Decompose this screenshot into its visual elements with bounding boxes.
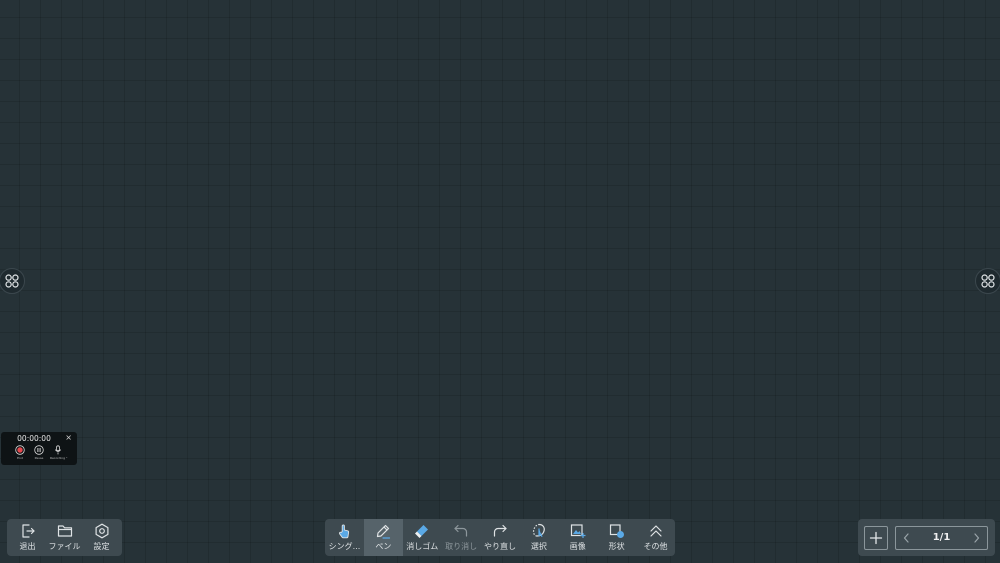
touch-hand-icon: [339, 524, 350, 539]
select-button[interactable]: 選択: [519, 519, 558, 556]
page-number: 1/1: [932, 532, 951, 543]
exit-label: 退出: [19, 542, 36, 551]
single-touch-label: シング...: [328, 542, 361, 551]
undo-label: 取り消し: [445, 542, 478, 551]
file-label: ファイル: [48, 542, 81, 551]
redo-icon: [493, 524, 507, 537]
pause-icon: [34, 445, 44, 455]
microphone-icon: [54, 445, 62, 455]
recording-widget: 00:00:00 × End Pause Recording ": [1, 432, 77, 465]
grid-circles-icon: [981, 274, 995, 288]
eraser-button[interactable]: 消しゴム: [403, 519, 442, 556]
redo-label: やり直し: [484, 542, 516, 551]
single-touch-button[interactable]: シング...: [325, 519, 364, 556]
lasso-select-icon: [532, 523, 545, 538]
settings-button[interactable]: 設定: [83, 519, 120, 556]
left-toolbar: 退出 ファイル 設定: [7, 519, 122, 556]
redo-button[interactable]: やり直し: [481, 519, 520, 556]
chevron-up-double-icon: [649, 525, 662, 537]
main-toolbar: シング... ペン 消しゴム 取り消し やり直し 選択 画像 形状 その他: [325, 519, 675, 556]
pen-button[interactable]: ペン: [363, 519, 403, 556]
select-label: 選択: [530, 542, 547, 551]
record-mic-label: Recording ": [50, 456, 68, 460]
pen-label: ペン: [375, 542, 392, 551]
page-navigator: 1/1: [895, 525, 988, 550]
exit-icon: [21, 524, 35, 538]
shape-icon: [609, 524, 624, 538]
page-toolbar: 1/1: [858, 519, 995, 556]
recording-timer: 00:00:00: [17, 434, 51, 443]
settings-label: 設定: [93, 542, 110, 551]
pen-icon: [377, 524, 391, 539]
folder-icon: [57, 525, 72, 537]
exit-button[interactable]: 退出: [9, 519, 46, 556]
record-stop-icon: [15, 445, 25, 455]
plus-icon: [869, 531, 883, 544]
grid-circles-icon: [5, 274, 19, 288]
record-end-button[interactable]: End: [12, 445, 28, 460]
image-button[interactable]: 画像: [558, 519, 597, 556]
undo-button[interactable]: 取り消し: [442, 519, 481, 556]
file-button[interactable]: ファイル: [46, 519, 83, 556]
more-button[interactable]: その他: [636, 519, 675, 556]
chevron-left-icon[interactable]: [902, 532, 911, 544]
chevron-right-icon[interactable]: [972, 532, 981, 544]
eraser-label: 消しゴム: [406, 542, 439, 551]
image-icon: [570, 524, 586, 538]
record-pause-button[interactable]: Pause: [31, 445, 47, 460]
gear-icon: [94, 523, 108, 539]
shape-button[interactable]: 形状: [597, 519, 636, 556]
record-pause-label: Pause: [34, 456, 44, 460]
recording-close-button[interactable]: ×: [65, 433, 72, 442]
record-mic-button[interactable]: Recording ": [50, 445, 68, 460]
more-label: その他: [643, 542, 668, 551]
undo-icon: [454, 524, 468, 537]
record-end-label: End: [17, 456, 23, 460]
left-panel-handle[interactable]: [0, 268, 25, 294]
image-label: 画像: [569, 542, 586, 551]
eraser-icon: [415, 525, 429, 538]
shape-label: 形状: [608, 542, 625, 551]
add-page-button[interactable]: [864, 525, 888, 550]
right-panel-handle[interactable]: [975, 268, 1000, 294]
